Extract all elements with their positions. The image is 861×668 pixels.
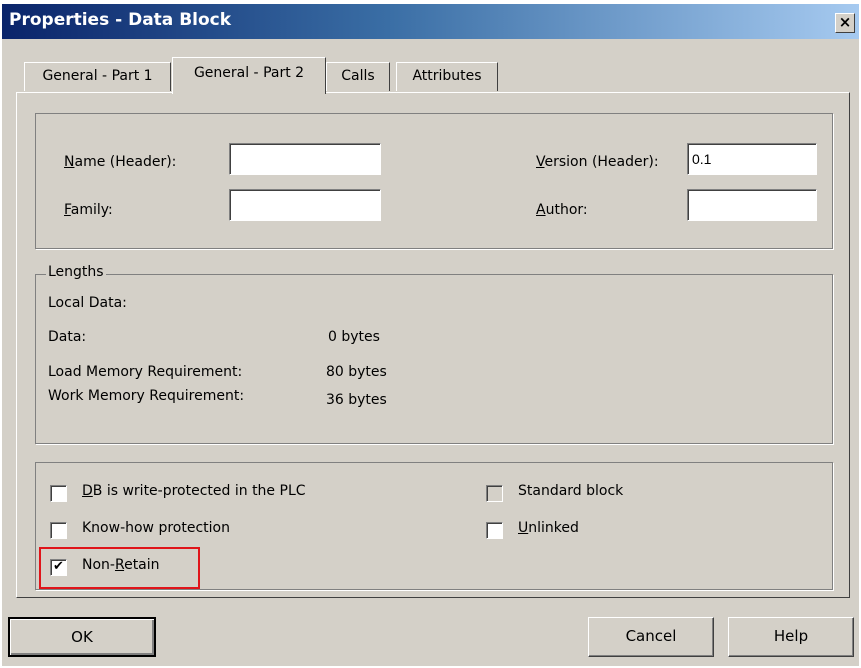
name-label: Name (Header): [64, 154, 177, 170]
ok-label: OK [71, 628, 93, 646]
tab-attributes[interactable]: Attributes [396, 62, 498, 91]
tab-label: General - Part 2 [193, 65, 305, 81]
work-memory-value: 36 bytes [326, 392, 387, 408]
close-icon: × [838, 13, 852, 31]
name-field[interactable] [229, 143, 381, 175]
lengths-group: Lengths Local Data: Data: 0 bytes Load M… [35, 264, 833, 444]
standard-block-label: Standard block [518, 483, 624, 499]
version-field[interactable] [687, 143, 817, 175]
options-group: DB is write-protected in the PLC Know-ho… [35, 462, 833, 590]
version-label: Version (Header): [536, 154, 659, 170]
write-protected-checkbox[interactable] [50, 485, 67, 502]
tab-label: General - Part 1 [42, 68, 153, 84]
properties-dialog: Properties - Data Block × General - Part… [2, 4, 859, 666]
tab-panel: Name (Header): Family: Version (Header):… [16, 92, 850, 598]
work-memory-label: Work Memory Requirement: [48, 388, 245, 404]
know-how-checkbox[interactable] [50, 522, 67, 539]
write-protected-label: DB is write-protected in the PLC [82, 483, 306, 499]
unlinked-label: Unlinked [518, 520, 579, 536]
help-label: Help [773, 627, 809, 645]
family-field[interactable] [229, 189, 381, 221]
standard-block-checkbox[interactable] [486, 485, 503, 502]
tab-label: Calls [341, 68, 375, 84]
author-label: Author: [536, 202, 588, 218]
load-memory-label: Load Memory Requirement: [48, 364, 243, 380]
know-how-label: Know-how protection [82, 520, 230, 536]
window-title: Properties - Data Block [9, 10, 232, 30]
header-group: Name (Header): Family: Version (Header):… [35, 113, 833, 249]
ok-button[interactable]: OK [8, 617, 156, 657]
tab-general-part-2[interactable]: General - Part 2 [172, 57, 326, 94]
cancel-label: Cancel [625, 627, 677, 645]
title-bar[interactable]: Properties - Data Block × [2, 4, 859, 39]
non-retain-highlight-box [39, 547, 200, 589]
help-button[interactable]: Help [728, 617, 854, 657]
data-value: 0 bytes [328, 329, 380, 345]
tab-calls[interactable]: Calls [326, 62, 390, 91]
cancel-button[interactable]: Cancel [588, 617, 714, 657]
load-memory-value: 80 bytes [326, 364, 387, 380]
close-button[interactable]: × [835, 13, 855, 33]
lengths-legend: Lengths [46, 264, 106, 280]
unlinked-checkbox[interactable] [486, 522, 503, 539]
tab-general-part-1[interactable]: General - Part 1 [24, 62, 171, 91]
local-data-label: Local Data: [48, 295, 127, 311]
data-label: Data: [48, 329, 87, 345]
tab-label: Attributes [412, 68, 482, 84]
family-label: Family: [64, 202, 113, 218]
author-field[interactable] [687, 189, 817, 221]
